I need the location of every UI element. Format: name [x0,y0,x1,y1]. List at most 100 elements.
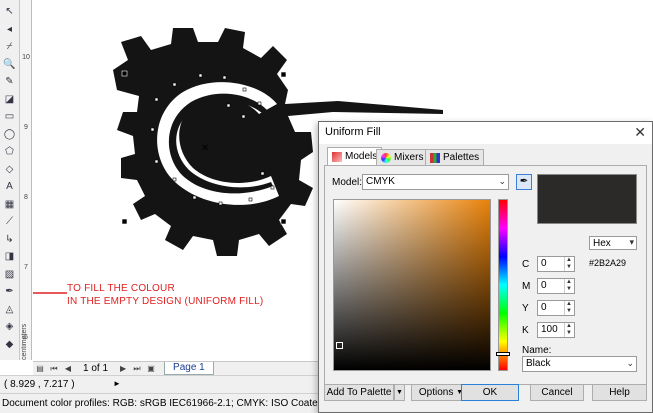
tab-mixers-label: Mixers [394,152,424,163]
cursor-coordinates: ( 8.929 , 7.217 ) [4,379,75,390]
interactive-fill-icon[interactable]: ◆ [2,337,17,352]
status-arrow-icon[interactable]: ► [113,379,121,388]
dimension-tool-icon[interactable]: ⟋ [2,214,17,229]
first-page-icon[interactable]: ⏮ [48,363,60,375]
tab-mixers[interactable]: Mixers [376,149,429,165]
close-icon[interactable]: ✕ [634,124,646,141]
model-select-value: CMYK [366,176,395,187]
cancel-button[interactable]: Cancel [530,384,584,401]
connector-tool-icon[interactable]: ↳ [2,232,17,247]
cancel-label: Cancel [541,387,573,398]
page-tab[interactable]: Page 1 [164,362,214,375]
color-field[interactable] [333,199,491,371]
channel-k-label: K [522,325,529,336]
dropdown-arrow-icon: ▼ [396,389,403,396]
format-select[interactable]: Hex ▾ [589,236,637,250]
crop-tool-icon[interactable]: ⌿ [2,39,17,54]
blend-tool-icon[interactable]: ◨ [2,249,17,264]
rectangle-tool-icon[interactable]: ▭ [2,109,17,124]
channel-m-label: M [522,281,531,292]
page-navigator: ▤ ⏮ ◀ 1 of 1 ▶ ⏭ ▣ Page 1 [33,361,320,375]
ruler-tick-label: 10 [22,54,30,61]
chevron-down-icon: ⌄ [498,176,506,186]
eyedropper-button[interactable]: ✒ [516,174,532,190]
tab-models[interactable]: Models [327,147,383,165]
spinner-icon[interactable]: ▲ ▼ [564,257,573,271]
format-select-value: Hex [593,238,611,249]
model-label: Model: [332,177,363,188]
ruler-unit-label: centimeters [21,323,28,360]
shape-tool-icon[interactable]: ◂ [2,22,17,37]
ruler-tick-label: 9 [24,124,28,131]
pick-tool-icon[interactable]: ↖ [2,4,17,19]
next-page-icon[interactable]: ▶ [117,363,129,375]
channel-c-input[interactable]: 0 ▲ ▼ [537,256,575,272]
outline-pen-icon[interactable]: ◬ [2,302,17,317]
channel-c-value: 0 [541,258,547,269]
hue-slider-handle[interactable] [496,352,510,356]
help-button[interactable]: Help [592,384,647,401]
mixers-icon [381,152,391,163]
eyedropper-icon: ✒ [519,176,529,187]
fill-tool-icon[interactable]: ◈ [2,319,17,334]
eyedropper-tool-icon[interactable]: ✒ [2,284,17,299]
channel-m-input[interactable]: 0 ▲ ▼ [537,278,575,294]
dialog-titlebar: Uniform Fill ✕ [319,122,652,144]
page-counter: 1 of 1 [83,363,109,374]
prev-page-icon[interactable]: ◀ [62,363,74,375]
models-icon [332,151,342,162]
color-preview-swatch [537,174,637,224]
color-picker-marker[interactable] [336,342,343,349]
table-tool-icon[interactable]: ▦ [2,197,17,212]
text-tool-icon[interactable]: A [2,179,17,194]
hue-slider[interactable] [496,199,510,371]
name-label: Name: [522,345,552,356]
ok-button[interactable]: OK [461,384,519,401]
channel-y-label: Y [522,303,529,314]
ok-label: OK [482,387,498,398]
channel-y-input[interactable]: 0 ▲ ▼ [537,300,575,316]
zoom-tool-icon[interactable]: 🔍 [2,57,17,72]
channel-m-value: 0 [541,280,547,291]
channel-y-value: 0 [541,302,547,313]
dialog-title: Uniform Fill [325,126,381,138]
ruler-tick-label: 8 [24,194,28,201]
palettes-icon [430,152,440,163]
tab-models-label: Models [345,151,378,162]
models-panel: Model: CMYK ⌄ ✒ Hex ▾ C 0 ▲ ▼ #2B2A29 M 0 ▲… [324,165,647,385]
help-label: Help [609,387,630,398]
smart-fill-icon[interactable]: ◪ [2,92,17,107]
add-to-palette-button[interactable]: Add To Palette [324,384,394,401]
channel-k-input[interactable]: 100 ▲ ▼ [537,322,575,338]
spinner-icon[interactable]: ▲ ▼ [564,279,573,293]
ruler-tick-label: 7 [24,264,28,271]
spinner-icon[interactable]: ▲ ▼ [564,323,573,337]
basic-shapes-icon[interactable]: ◇ [2,162,17,177]
spinner-icon[interactable]: ▲ ▼ [564,301,573,315]
hex-value[interactable]: #2B2A29 [589,258,626,268]
name-select[interactable]: Black ⌄ [522,356,637,372]
tab-palettes-label: Palettes [443,152,480,163]
last-page-icon[interactable]: ⏭ [131,363,143,375]
name-select-value: Black [526,358,551,369]
channel-k-value: 100 [541,324,558,335]
vertical-ruler: 10 9 8 7 6 centimeters [20,0,32,360]
ellipse-tool-icon[interactable]: ◯ [2,127,17,142]
tab-palettes[interactable]: Palettes [425,149,485,165]
toolbox: ↖ ◂ ⌿ 🔍 ✎ ◪ ▭ ◯ ⬠ ◇ A ▦ ⟋ ↳ ◨ ▨ ✒ ◬ ◈ ◆ [0,0,20,360]
freehand-tool-icon[interactable]: ✎ [2,74,17,89]
channel-c-label: C [522,259,530,270]
chevron-down-icon: ⌄ [626,358,634,368]
annotation-line-2: IN THE EMPTY DESIGN (UNIFORM FILL) [67,296,264,307]
transparency-tool-icon[interactable]: ▨ [2,267,17,282]
options-label: Options [418,387,454,398]
annotation-line-1: TO FILL THE COLOUR [67,283,175,294]
model-select[interactable]: CMYK ⌄ [362,174,509,190]
dropdown-arrow-icon: ▾ [629,237,634,247]
uniform-fill-dialog: Uniform Fill ✕ Models Mixers Palettes Mo… [318,121,653,413]
doc-icon[interactable]: ▤ [34,363,46,375]
add-palette-dropdown[interactable]: ▼ [394,384,405,401]
add-to-palette-label: Add To Palette [326,387,392,398]
polygon-tool-icon[interactable]: ⬠ [2,144,17,159]
add-page-icon[interactable]: ▣ [145,363,157,375]
